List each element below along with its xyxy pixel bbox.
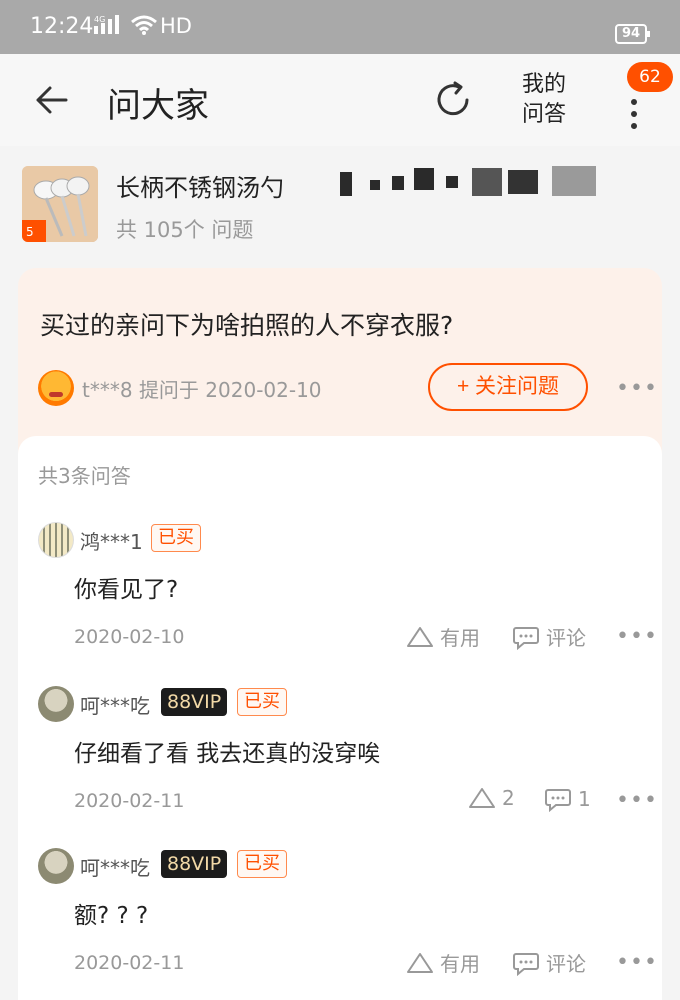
thumb-up-triangle-icon (407, 626, 433, 647)
comment-label: 评论 (546, 952, 586, 976)
my-qa-line1: 我的 (521, 72, 566, 97)
answers-total: 共3条问答 (38, 464, 131, 488)
answer-more-icon[interactable]: ••• (616, 950, 658, 975)
comment-bubble-icon (513, 626, 539, 650)
comment-button[interactable]: 评论 (512, 948, 586, 977)
answer-user: 鸿***1 (80, 530, 143, 554)
comment-bubble-icon (513, 952, 539, 976)
vip-badge: 88VIP (161, 688, 228, 716)
product-title: 长柄不锈钢汤勺 (116, 174, 284, 202)
page-title: 问大家 (107, 86, 209, 126)
product-header[interactable]: 5 长柄不锈钢汤勺 共 105个 问题 (0, 146, 680, 268)
answer-date: 2020-02-10 (74, 626, 185, 648)
follow-question-button[interactable]: + 关注问题 (428, 363, 588, 411)
asker-name: t***8 (82, 378, 133, 402)
answer-date: 2020-02-11 (74, 952, 185, 974)
status-bar: 12:24 4G HD 94 (0, 0, 680, 54)
my-qa-line2: 问答 (521, 102, 566, 127)
signal-icon: 4G (94, 14, 122, 42)
comment-label: 评论 (546, 626, 586, 650)
answer-item: 呵***吃 88VIP 已买 仔细看了看 我去还真的没穿唉 2020-02-11… (18, 686, 662, 848)
answer-more-icon[interactable]: ••• (616, 624, 658, 649)
avatar[interactable] (38, 848, 74, 884)
hd-indicator: HD (160, 14, 192, 38)
my-qa-button[interactable]: 我的 问答 (520, 70, 568, 130)
answer-user: 呵***吃 (80, 694, 150, 718)
useful-count: 2 (502, 786, 515, 810)
answer-user: 呵***吃 (80, 856, 150, 880)
useful-button[interactable]: 有用 (406, 622, 480, 651)
thumbnail-label: 5 (26, 225, 34, 239)
avatar[interactable] (38, 686, 74, 722)
comment-button[interactable]: 1 (544, 786, 591, 812)
answer-text: 你看见了? (74, 577, 179, 603)
useful-label: 有用 (440, 952, 480, 976)
answer-text: 仔细看了看 我去还真的没穿唉 (74, 741, 381, 767)
thumb-up-triangle-icon (469, 788, 495, 808)
question-more-icon[interactable]: ••• (616, 376, 658, 401)
useful-button[interactable]: 有用 (406, 948, 480, 977)
answer-text: 额? ? ? (74, 903, 149, 929)
bought-badge: 已买 (151, 524, 201, 552)
battery-icon: 94 (615, 24, 650, 44)
asked-date: 提问于 2020-02-10 (138, 378, 322, 402)
notification-badge: 62 (627, 62, 673, 92)
comment-count: 1 (578, 787, 591, 811)
network-type-label: 4G (94, 15, 105, 24)
back-arrow-icon[interactable] (34, 82, 70, 118)
answer-more-icon[interactable]: ••• (616, 788, 658, 813)
answer-item: 鸿***1 已买 你看见了? 2020-02-10 有用 评论 ••• (18, 522, 662, 684)
question-count: 共 105个 问题 (116, 218, 254, 242)
wifi-icon (130, 14, 158, 42)
refresh-icon[interactable] (433, 80, 473, 120)
comment-button[interactable]: 评论 (512, 622, 586, 651)
bought-badge: 已买 (237, 688, 287, 716)
thumb-up-triangle-icon (407, 952, 433, 973)
answer-item: 呵***吃 88VIP 已买 额? ? ? 2020-02-11 有用 评论 •… (18, 848, 662, 1000)
bought-badge: 已买 (237, 850, 287, 878)
asker-avatar (38, 370, 74, 406)
question-card: 买过的亲问下为啥拍照的人不穿衣服? t***8 提问于 2020-02-10 +… (18, 268, 662, 458)
product-thumbnail[interactable]: 5 (22, 166, 98, 242)
avatar[interactable] (38, 522, 74, 558)
more-vertical-icon[interactable] (628, 92, 640, 132)
useful-label: 有用 (440, 626, 480, 650)
useful-button[interactable]: 2 (468, 786, 515, 810)
asker-info: t***8 提问于 2020-02-10 (82, 374, 322, 403)
comment-bubble-icon (545, 789, 571, 812)
question-title: 买过的亲问下为啥拍照的人不穿衣服? (40, 311, 454, 340)
status-time: 12:24 (30, 14, 94, 39)
answer-date: 2020-02-11 (74, 790, 185, 812)
nav-bar: 问大家 我的 问答 (0, 54, 680, 146)
vip-badge: 88VIP (161, 850, 228, 878)
answers-panel: 共3条问答 鸿***1 已买 你看见了? 2020-02-10 有用 评论 ••… (18, 436, 662, 1000)
